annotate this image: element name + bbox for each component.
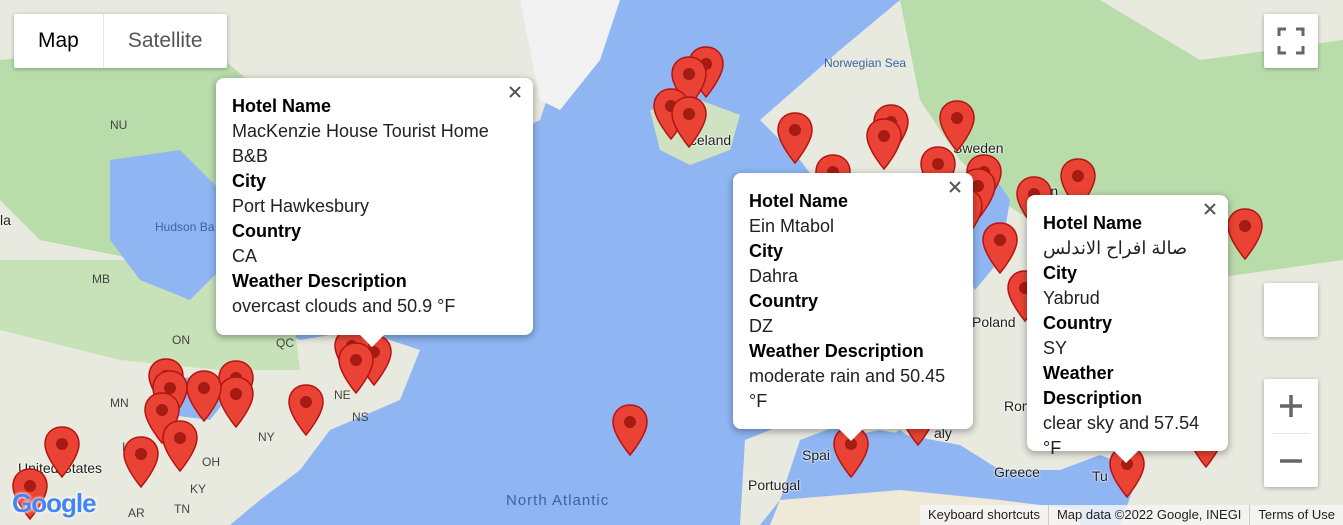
map-type-map-button[interactable]: Map — [14, 14, 103, 68]
hudson-bay-label: Hudson Ba — [155, 220, 215, 234]
map-pin-icon[interactable] — [162, 420, 198, 472]
close-icon — [509, 86, 521, 98]
country-label: Country — [232, 221, 301, 241]
map-data-text: Map data ©2022 Google, INEGI — [1048, 505, 1250, 525]
turkey-label: Tu — [1092, 468, 1108, 484]
mb-label: MB — [92, 272, 110, 286]
weather-value: moderate rain and 50.45 °F — [749, 366, 946, 411]
city-value: Yabrud — [1043, 288, 1100, 308]
city-value: Port Hawkesbury — [232, 196, 370, 216]
close-icon — [1204, 203, 1216, 215]
info-window-close-button[interactable] — [503, 80, 527, 104]
fullscreen-button[interactable] — [1264, 14, 1318, 68]
minus-icon — [1280, 459, 1302, 463]
info-window-tail — [1114, 451, 1138, 463]
map-pin-icon[interactable] — [939, 100, 975, 152]
city-label: City — [232, 171, 267, 191]
hotel-name-label: Hotel Name — [1043, 213, 1143, 233]
mn-label: MN — [110, 396, 129, 410]
google-logo[interactable]: Google — [12, 488, 97, 519]
nu-label: NU — [110, 118, 128, 132]
info-window-close-button[interactable] — [943, 175, 967, 199]
map-type-control: Map Satellite — [14, 14, 227, 68]
map-pin-icon[interactable] — [1227, 208, 1263, 260]
la-label: la — [0, 212, 11, 228]
city-value: Dahra — [749, 266, 799, 286]
map-pin-icon[interactable] — [982, 222, 1018, 274]
zoom-control — [1264, 379, 1318, 487]
ar-label: AR — [128, 506, 145, 520]
map-pin-icon[interactable] — [866, 118, 902, 170]
info-window: Hotel Name صالة افراح الاندلس City Yabru… — [1027, 195, 1228, 463]
map-pin-icon[interactable] — [218, 376, 254, 428]
country-value: DZ — [749, 316, 773, 336]
country-label: Country — [749, 291, 818, 311]
info-window: Hotel Name Ein Mtabol City Dahra Country… — [733, 173, 973, 441]
close-icon — [949, 181, 961, 193]
hotel-name-value: صالة افراح الاندلس — [1043, 238, 1188, 258]
norwegian-sea-label: Norwegian Sea — [824, 56, 907, 70]
ny-label: NY — [258, 430, 275, 444]
hotel-name-label: Hotel Name — [749, 191, 849, 211]
info-window: Hotel Name MacKenzie House Tourist Home … — [216, 78, 533, 347]
info-window-close-button[interactable] — [1198, 197, 1222, 221]
ns-label: NS — [352, 410, 369, 424]
qc-label: QC — [276, 336, 294, 350]
info-window-tail — [360, 335, 384, 347]
map-pin-icon[interactable] — [44, 426, 80, 478]
street-view-button[interactable] — [1264, 283, 1318, 337]
zoom-out-button[interactable] — [1264, 434, 1318, 488]
map-pin-icon[interactable] — [338, 342, 374, 394]
map-pin-icon[interactable] — [186, 370, 222, 422]
greece-label: Greece — [994, 464, 1040, 480]
portugal-label: Portugal — [748, 477, 801, 493]
city-label: City — [1043, 263, 1078, 283]
north-atlantic-label: North Atlantic — [506, 492, 610, 509]
country-value: CA — [232, 246, 258, 266]
hotel-name-value: MacKenzie House Tourist Home B&B — [232, 121, 489, 166]
weather-label: Weather Description — [232, 271, 407, 291]
oh-label: OH — [202, 455, 220, 469]
map-type-satellite-button[interactable]: Satellite — [104, 14, 227, 68]
info-window-tail — [839, 429, 863, 441]
map-pin-icon[interactable] — [612, 404, 648, 456]
map-pin-icon[interactable] — [123, 436, 159, 488]
map-pin-icon[interactable] — [671, 96, 707, 148]
weather-label: Weather Description — [749, 341, 924, 361]
on-label: ON — [172, 333, 190, 347]
country-label: Country — [1043, 313, 1112, 333]
hotel-name-label: Hotel Name — [232, 96, 332, 116]
attribution-bar: Keyboard shortcuts Map data ©2022 Google… — [919, 505, 1343, 525]
keyboard-shortcuts-link[interactable]: Keyboard shortcuts — [919, 505, 1048, 525]
city-label: City — [749, 241, 784, 261]
weather-label: Weather Description — [1043, 363, 1143, 408]
weather-value: overcast clouds and 50.9 °F — [232, 296, 456, 316]
map-pin-icon[interactable] — [777, 112, 813, 164]
country-value: SY — [1043, 338, 1068, 358]
terms-of-use-link[interactable]: Terms of Use — [1250, 505, 1343, 525]
hotel-name-value: Ein Mtabol — [749, 216, 835, 236]
zoom-in-button[interactable] — [1264, 379, 1318, 433]
ky-label: KY — [190, 482, 207, 496]
tn-label: TN — [174, 502, 190, 516]
plus-icon — [1280, 395, 1302, 417]
map-pin-icon[interactable] — [288, 384, 324, 436]
fullscreen-icon — [1277, 27, 1305, 55]
spain-label: Spai — [802, 447, 831, 463]
